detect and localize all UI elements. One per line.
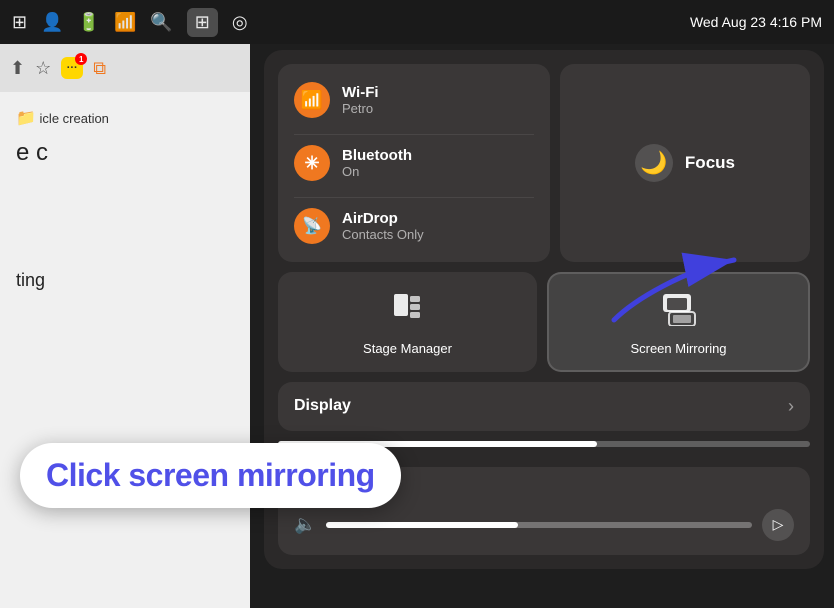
copy-icon[interactable]: ⧉ (93, 58, 106, 79)
click-instruction-bubble: Click screen mirroring (20, 443, 401, 508)
click-instruction-text: Click screen mirroring (46, 457, 375, 493)
person-icon[interactable]: 👤 (41, 12, 63, 33)
article-toolbar: ⬆ ☆ ··· 1 ⧉ (0, 44, 250, 92)
search-menu-icon[interactable]: 🔍 (150, 12, 172, 33)
article-area: ⬆ ☆ ··· 1 ⧉ 📁 icle creation e c ting (0, 44, 250, 608)
volume-slider-fill (326, 522, 518, 528)
bluetooth-icon: ✳ (304, 153, 319, 174)
airplay-button[interactable]: ▷ (762, 509, 794, 541)
wifi-item[interactable]: 📶 Wi-Fi Petro (294, 78, 534, 122)
menubar: ⊞ 👤 🔋 📶 🔍 ⊞ ◎ Wed Aug 23 4:16 PM (0, 0, 834, 44)
display-row[interactable]: Display › (278, 382, 810, 431)
wifi-network: Petro (342, 101, 379, 116)
article-body-bottom: ting (16, 270, 234, 291)
tab-count: 1 (75, 53, 87, 65)
cc-network-tile: 📶 Wi-Fi Petro ✳ Bluetooth On 📡 (278, 64, 550, 262)
tab-badge[interactable]: ··· 1 (61, 57, 83, 79)
stage-manager-label: Stage Manager (363, 341, 452, 358)
wifi-menu-icon[interactable]: 📶 (114, 12, 136, 33)
focus-tile[interactable]: 🌙 Focus (560, 64, 810, 262)
display-label: Display (294, 397, 351, 415)
airdrop-item[interactable]: 📡 AirDrop Contacts Only (294, 197, 534, 248)
menubar-left: ⊞ 👤 🔋 📶 🔍 ⊞ ◎ (12, 8, 248, 37)
stage-manager-tile[interactable]: Stage Manager (278, 272, 537, 372)
screen-mirroring-label: Screen Mirroring (630, 341, 726, 358)
wifi-label: Wi-Fi Petro (342, 84, 379, 116)
display-chevron-icon: › (788, 396, 794, 417)
battery-icon[interactable]: 🔋 (78, 12, 100, 33)
bluetooth-item[interactable]: ✳ Bluetooth On (294, 134, 534, 185)
sound-slider-row: 🔈 ▷ (294, 509, 794, 541)
menubar-right: Wed Aug 23 4:16 PM (690, 14, 822, 30)
bluetooth-name: Bluetooth (342, 147, 412, 164)
wifi-icon: 📶 (301, 90, 323, 111)
stage-manager-icon (390, 290, 426, 333)
menubar-datetime: Wed Aug 23 4:16 PM (690, 14, 822, 30)
screen-mirroring-tile[interactable]: Screen Mirroring (547, 272, 810, 372)
airdrop-name: AirDrop (342, 210, 424, 227)
airdrop-label: AirDrop Contacts Only (342, 210, 424, 242)
article-content: 📁 icle creation e c ting (0, 92, 250, 307)
volume-icon: 🔈 (294, 514, 316, 535)
cc-top-row: 📶 Wi-Fi Petro ✳ Bluetooth On 📡 (278, 64, 810, 262)
airdrop-icon: 📡 (302, 216, 322, 236)
bluetooth-icon-circle: ✳ (294, 145, 330, 181)
airplay-icon: ▷ (773, 516, 784, 533)
star-icon[interactable]: ☆ (35, 58, 51, 79)
article-title: 📁 icle creation (16, 108, 234, 128)
bluetooth-label: Bluetooth On (342, 147, 412, 179)
grid-icon[interactable]: ⊞ (12, 12, 27, 33)
wifi-icon-circle: 📶 (294, 82, 330, 118)
cc-bottom-row: Stage Manager Screen Mirroring (278, 272, 810, 372)
airdrop-status: Contacts Only (342, 227, 424, 242)
focus-moon-icon: 🌙 (635, 144, 673, 182)
volume-slider[interactable] (326, 522, 752, 528)
moon-icon: 🌙 (640, 150, 667, 176)
airdrop-icon-circle: 📡 (294, 208, 330, 244)
article-body: e c (16, 136, 234, 170)
siri-icon[interactable]: ◎ (232, 12, 248, 33)
control-center-icon[interactable]: ⊞ (187, 8, 218, 37)
wifi-name: Wi-Fi (342, 84, 379, 101)
screen-mirroring-icon (661, 290, 697, 333)
upload-icon[interactable]: ⬆ (10, 58, 25, 79)
focus-label: Focus (685, 153, 735, 173)
article-title-text: icle creation (40, 111, 109, 126)
bluetooth-status: On (342, 164, 412, 179)
